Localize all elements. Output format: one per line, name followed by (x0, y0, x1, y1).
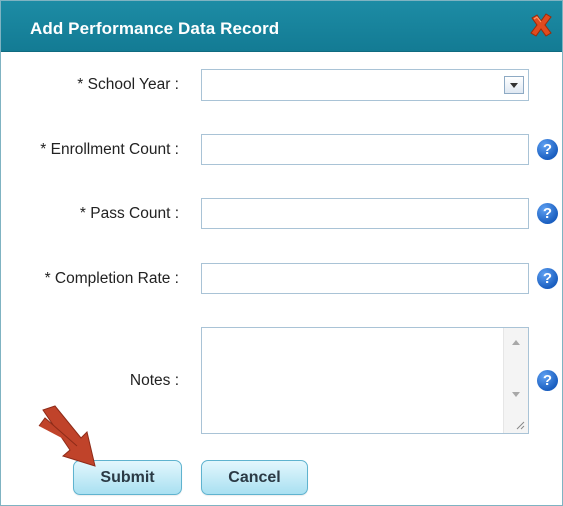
pass-count-label: * Pass Count : (79, 205, 179, 222)
add-performance-dialog: Add Performance Data Record * School Yea… (0, 0, 563, 506)
dialog-titlebar[interactable]: Add Performance Data Record (1, 1, 562, 52)
notes-textarea[interactable] (201, 327, 529, 434)
school-year-label: * School Year : (77, 76, 179, 93)
enrollment-count-input[interactable] (201, 134, 529, 165)
enrollment-count-label: * Enrollment Count : (40, 141, 179, 158)
help-icon-enrollment-count[interactable]: ? (537, 139, 558, 160)
scroll-up-arrow-icon[interactable] (512, 340, 520, 345)
completion-rate-label: * Completion Rate : (44, 270, 179, 287)
help-icon-pass-count[interactable]: ? (537, 203, 558, 224)
completion-rate-input[interactable] (201, 263, 529, 294)
dropdown-arrow-icon[interactable] (504, 76, 524, 94)
help-icon-completion-rate[interactable]: ? (537, 268, 558, 289)
resize-grip-icon[interactable] (515, 420, 525, 430)
scroll-down-arrow-icon[interactable] (512, 392, 520, 397)
cancel-button[interactable]: Cancel (201, 460, 308, 495)
notes-scrollbar[interactable] (503, 328, 528, 433)
notes-label: Notes : (129, 372, 179, 389)
pass-count-input[interactable] (201, 198, 529, 229)
dialog-title: Add Performance Data Record (30, 19, 280, 38)
help-icon-notes[interactable]: ? (537, 370, 558, 391)
close-x-icon[interactable] (528, 12, 554, 38)
annotation-arrow-icon (38, 405, 96, 467)
school-year-select[interactable] (201, 69, 529, 101)
